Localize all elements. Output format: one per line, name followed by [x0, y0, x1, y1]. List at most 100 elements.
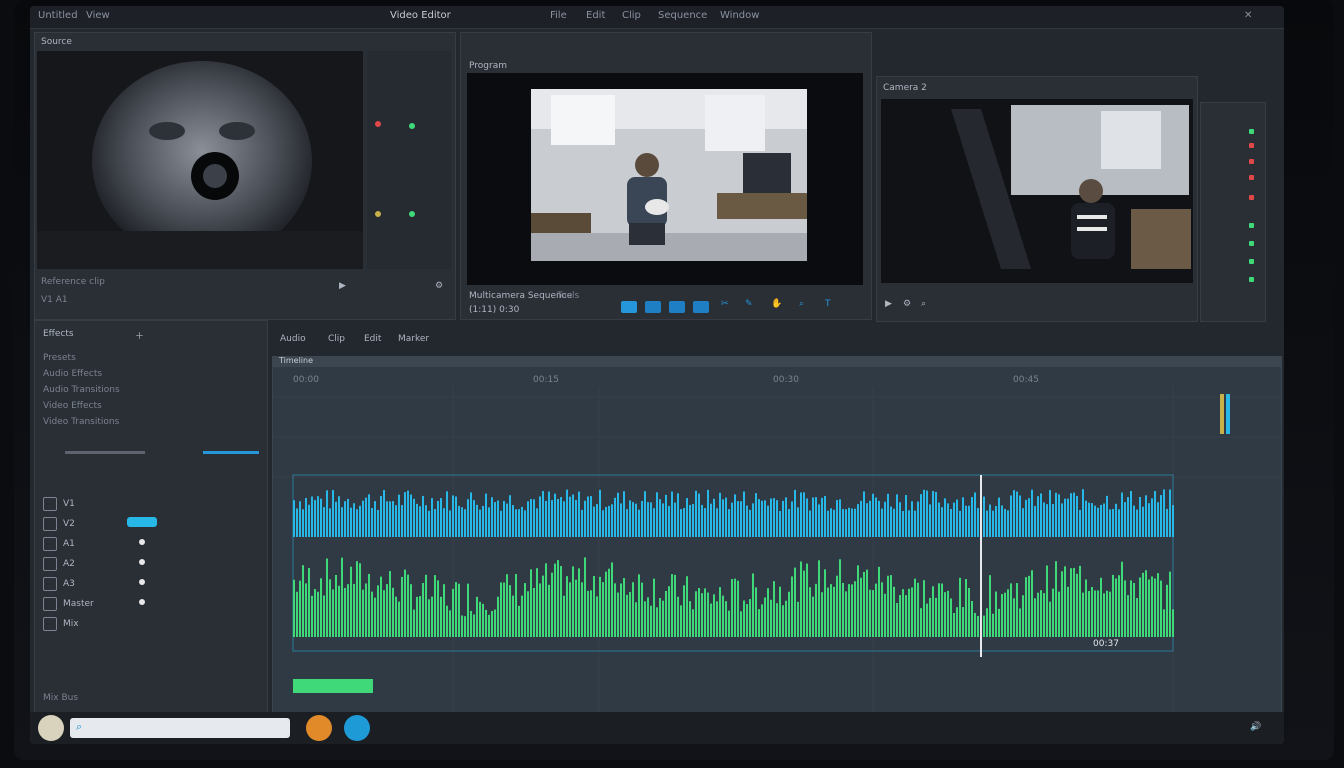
waveform-bar-green — [1106, 590, 1108, 637]
meter-led — [1249, 175, 1254, 180]
waveform-bar-blue — [824, 496, 826, 537]
waveform-bar-green — [926, 603, 928, 637]
waveform-bar-blue — [779, 510, 781, 537]
track-a3-icon[interactable] — [43, 577, 57, 591]
menu-edit[interactable]: Edit — [586, 10, 605, 21]
search-icon: ⌕ — [76, 720, 83, 733]
waveform-bar-blue — [1028, 498, 1030, 537]
sidebar-item-video-transitions[interactable]: Video Transitions — [43, 417, 119, 427]
program-header: Program — [469, 61, 507, 71]
pen-icon[interactable]: ✎ — [745, 299, 753, 309]
menu-sequence[interactable]: Sequence — [658, 10, 707, 21]
multicam-settings-icon[interactable]: ⚙ — [903, 299, 911, 309]
app-icon-editor[interactable] — [306, 715, 332, 741]
waveform-bar-blue — [473, 500, 475, 537]
waveform-bar-green — [776, 603, 778, 637]
waveform-bar-blue — [686, 498, 688, 537]
waveform-bar-blue — [1013, 490, 1015, 537]
source-viewer[interactable] — [37, 51, 363, 269]
crop-icon[interactable] — [621, 301, 637, 313]
waveform-bar-blue — [1064, 498, 1066, 537]
track-mix-icon[interactable] — [43, 617, 57, 631]
sidebar-item-audio-effects[interactable]: Audio Effects — [43, 369, 102, 379]
waveform-bar-green — [1031, 570, 1033, 637]
track-v1-icon[interactable] — [43, 497, 57, 511]
search-input[interactable]: ⌕ — [70, 718, 290, 738]
waveform-bar-green — [836, 575, 838, 637]
waveform-bar-green — [410, 584, 412, 637]
toolbar-audio[interactable]: Audio — [280, 334, 306, 344]
waveform-bar-blue — [329, 508, 331, 537]
toolbar-clip[interactable]: Clip — [328, 334, 345, 344]
app-icon-browser[interactable] — [344, 715, 370, 741]
sidebar-item-presets[interactable]: Presets — [43, 353, 76, 363]
sidebar-item-video-effects[interactable]: Video Effects — [43, 401, 102, 411]
waveform-bar-green — [1067, 586, 1069, 637]
toolbar-marker[interactable]: Marker — [398, 334, 429, 344]
track-v2-icon[interactable] — [43, 517, 57, 531]
waveform-bar-green — [1070, 568, 1072, 637]
text-tool-icon[interactable]: T — [825, 299, 831, 309]
waveform-bar-green — [872, 590, 874, 637]
pan-slider[interactable] — [203, 451, 259, 454]
waveform-bar-blue — [917, 501, 919, 537]
waveform-bar-green — [530, 569, 532, 637]
multicam-viewer[interactable] — [881, 99, 1193, 283]
waveform-bar-green — [923, 580, 925, 637]
source-frame-image — [37, 51, 363, 269]
slip-icon[interactable] — [669, 301, 685, 313]
hand-icon[interactable]: ✋ — [771, 299, 782, 309]
mute-toggle[interactable] — [139, 579, 145, 585]
waveform-bar-blue — [1097, 507, 1099, 537]
slide-icon[interactable] — [693, 301, 709, 313]
speaker-icon[interactable]: 🔊 — [1250, 722, 1261, 732]
waveform-bar-blue — [1103, 503, 1105, 537]
waveform-bar-green — [701, 593, 703, 637]
trim-icon[interactable] — [645, 301, 661, 313]
menu-clip[interactable]: Clip — [622, 10, 641, 21]
waveform-bar-blue — [323, 507, 325, 537]
mute-toggle[interactable] — [139, 599, 145, 605]
waveform-bar-blue — [968, 505, 970, 537]
source-settings-icon[interactable]: ⚙ — [435, 281, 443, 291]
multicam-panel: Camera 2 ▶ ⚙ ⌕ — [876, 76, 1198, 322]
mute-toggle[interactable] — [139, 559, 145, 565]
waveform-bar-blue — [377, 509, 379, 537]
add-icon[interactable]: ＋ — [135, 329, 144, 342]
waveform-bar-green — [947, 590, 949, 637]
waveform-bar-green — [932, 586, 934, 637]
waveform-bar-blue — [725, 497, 727, 537]
start-button[interactable] — [38, 715, 64, 741]
menu-window[interactable]: Window — [720, 10, 759, 21]
track-a2-icon[interactable] — [43, 557, 57, 571]
menu-view[interactable]: View — [86, 10, 110, 21]
multicam-search-icon[interactable]: ⌕ — [921, 299, 926, 309]
menu-file[interactable]: File — [550, 10, 567, 21]
volume-slider[interactable] — [65, 451, 145, 454]
waveform-bar-blue — [629, 500, 631, 537]
zoom-icon[interactable]: ⌕ — [799, 299, 804, 309]
track-master-icon[interactable] — [43, 597, 57, 611]
waveform-bar-blue — [1142, 506, 1144, 537]
waveform-bar-blue — [1019, 495, 1021, 537]
waveform-bar-blue — [1037, 496, 1039, 537]
waveform-bar-blue — [1025, 499, 1027, 537]
close-icon[interactable]: ✕ — [1244, 10, 1252, 21]
track-a1-icon[interactable] — [43, 537, 57, 551]
source-play-icon[interactable]: ▶ — [339, 281, 346, 291]
waveform-bar-green — [620, 583, 622, 637]
track-active-toggle[interactable] — [127, 517, 157, 527]
sidebar-item-audio-transitions[interactable]: Audio Transitions — [43, 385, 120, 395]
waveform-bar-green — [497, 596, 499, 637]
toolbar-edit[interactable]: Edit — [364, 334, 381, 344]
waveform-bar-green — [1130, 580, 1132, 637]
waveform-bar-green — [761, 604, 763, 637]
program-viewer[interactable] — [467, 73, 863, 285]
scissors-icon[interactable]: ✂ — [721, 299, 729, 309]
mute-toggle[interactable] — [139, 539, 145, 545]
timeline-tracks[interactable] — [273, 357, 1281, 713]
waveform-bar-green — [404, 569, 406, 637]
menu-untitled[interactable]: Untitled — [38, 10, 78, 21]
multicam-play-icon[interactable]: ▶ — [885, 299, 892, 309]
waveform-bar-blue — [1124, 502, 1126, 537]
